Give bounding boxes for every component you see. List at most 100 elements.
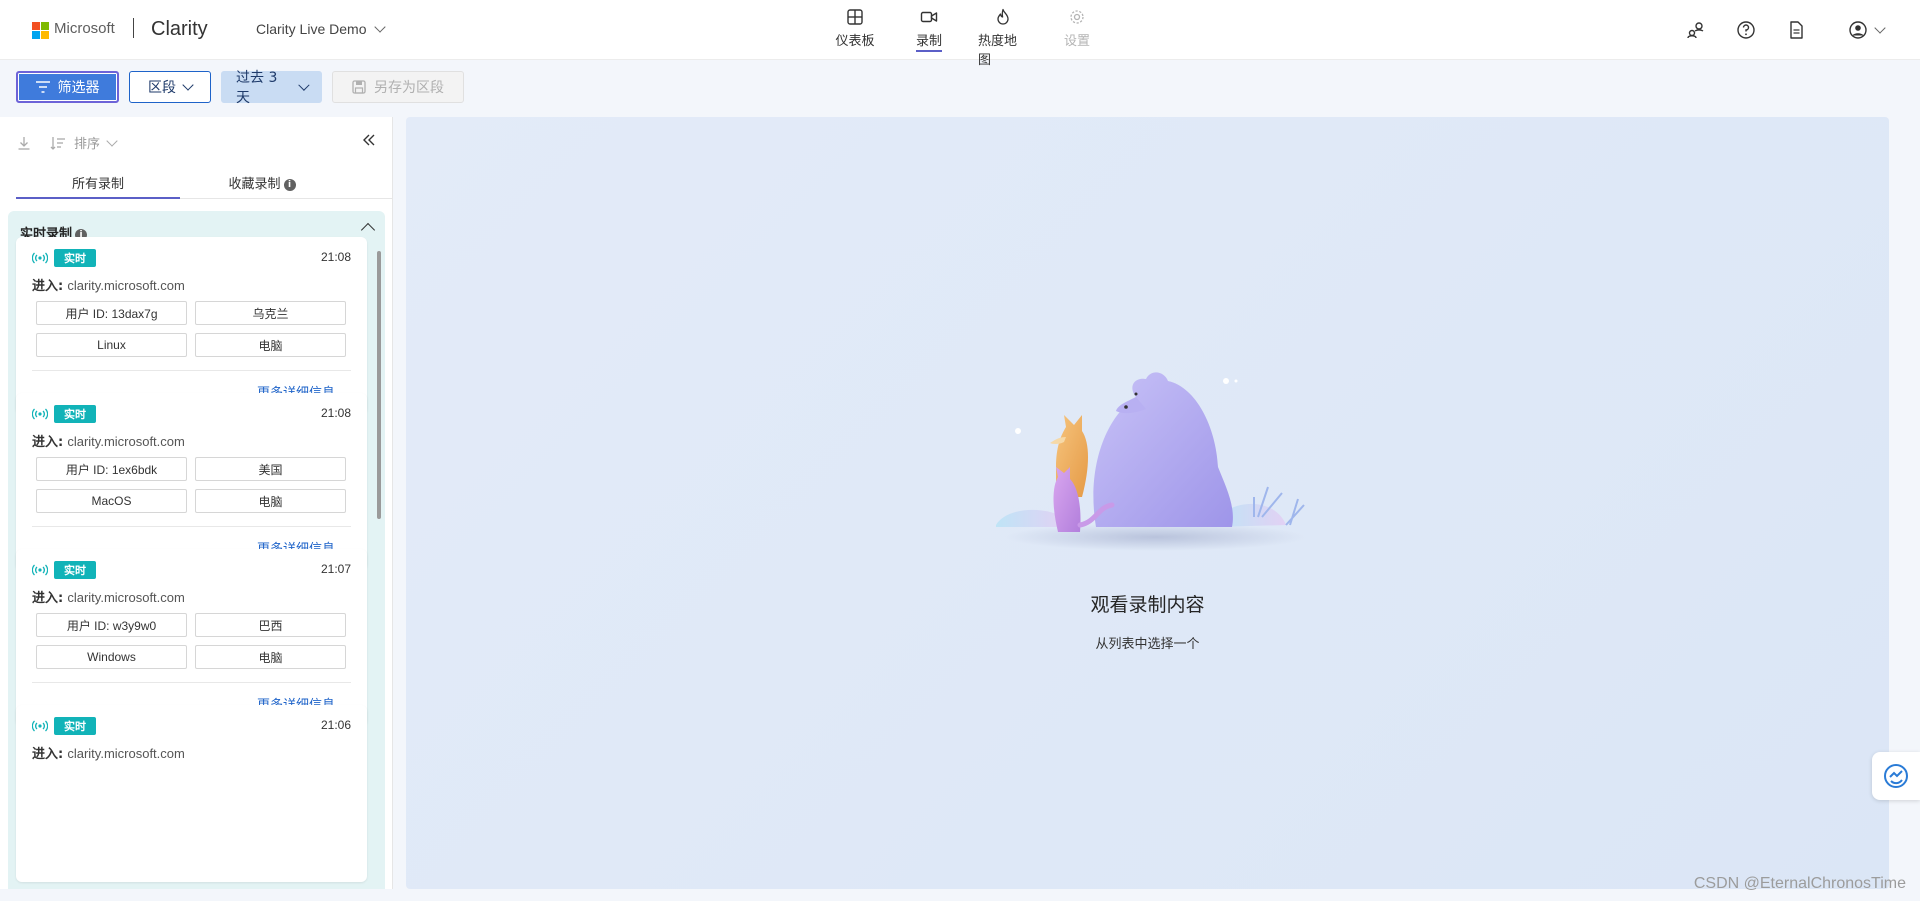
filters-button[interactable]: 筛选器	[16, 71, 119, 103]
project-selector[interactable]: Clarity Live Demo	[256, 21, 387, 37]
card-chips: 用户 ID: 1ex6bdk 美国 MacOS 电脑	[36, 457, 347, 513]
card-chips: 用户 ID: 13dax7g 乌克兰 Linux 电脑	[36, 301, 347, 357]
sidebar-scrollbar[interactable]	[377, 251, 381, 519]
entry-url: clarity.microsoft.com	[67, 746, 185, 761]
live-recordings-panel: 实时录制 i 实时 21:08 进入: clarity.microsoft.com 用户…	[8, 211, 385, 889]
tab-favorite-recordings[interactable]: 收藏录制 i	[180, 167, 344, 198]
filters-button-label: 筛选器	[57, 80, 100, 96]
download-icon[interactable]	[16, 135, 32, 151]
watermark-text: CSDN @EternalChronosTime	[1693, 875, 1906, 892]
card-chips: 用户 ID: w3y9w0 巴西 Windows 电脑	[36, 613, 347, 669]
date-range-dropdown[interactable]: 过去 3 天	[221, 70, 322, 106]
sidebar-tools: 排序	[16, 133, 118, 152]
save-icon	[352, 80, 366, 94]
filter-toolbar: 筛选器 区段 过去 3 天 另存为区段	[16, 70, 464, 106]
brand-divider	[133, 18, 134, 38]
recording-player-area: 观看录制内容 从列表中选择一个	[406, 117, 1889, 889]
header-actions	[1686, 20, 1886, 40]
card-time: 21:06	[320, 718, 351, 732]
entry-url: clarity.microsoft.com	[67, 590, 185, 605]
entry-label: 进入:	[32, 435, 64, 450]
account-icon	[1849, 21, 1867, 39]
help-icon[interactable]	[1736, 20, 1756, 40]
live-broadcast-icon	[32, 252, 48, 264]
live-broadcast-icon	[32, 408, 48, 420]
video-icon	[920, 11, 938, 23]
tab-all-recordings-label: 所有录制	[71, 177, 124, 192]
card-chip: 用户 ID: w3y9w0	[36, 613, 187, 637]
card-chip: 美国	[195, 457, 346, 481]
brand-microsoft[interactable]: Microsoft	[54, 20, 115, 37]
card-entry: 进入: clarity.microsoft.com	[32, 587, 185, 606]
copilot-float-button[interactable]	[1872, 752, 1920, 800]
share-people-icon[interactable]	[1686, 20, 1706, 40]
bear-fox-cat-illustration	[996, 372, 1306, 551]
card-divider	[32, 526, 351, 527]
sort-icon	[50, 136, 65, 150]
nav-dashboard-label: 仪表板	[835, 34, 875, 49]
card-entry: 进入: clarity.microsoft.com	[32, 275, 185, 294]
nav-recordings-label: 录制	[915, 30, 942, 52]
card-chip: 电脑	[195, 645, 346, 669]
live-badge: 实时	[54, 405, 96, 423]
recording-card[interactable]: 实时 21:08 进入: clarity.microsoft.com 用户 ID: 1…	[16, 393, 367, 570]
card-chip: 乌克兰	[195, 301, 346, 325]
card-chip: Linux	[36, 333, 187, 357]
document-icon[interactable]	[1786, 20, 1806, 40]
top-header: Microsoft Clarity Clarity Live Demo 仪表板 …	[0, 0, 1920, 68]
card-time: 21:08	[320, 250, 351, 264]
live-broadcast-icon	[32, 564, 48, 576]
card-divider	[32, 370, 351, 371]
nav-settings[interactable]: 设置	[1052, 8, 1102, 68]
segments-label: 区段	[148, 80, 176, 96]
live-badge: 实时	[54, 561, 96, 579]
recordings-tabs: 所有录制 收藏录制 i	[16, 167, 392, 199]
nav-dashboard[interactable]: 仪表板	[830, 8, 880, 68]
recording-card[interactable]: 实时 21:07 进入: clarity.microsoft.com 用户 ID: w…	[16, 549, 367, 726]
flame-icon	[997, 8, 1009, 25]
info-icon[interactable]: i	[283, 178, 296, 191]
chevron-down-icon	[106, 134, 118, 147]
tab-all-recordings[interactable]: 所有录制	[16, 167, 180, 199]
card-entry: 进入: clarity.microsoft.com	[32, 431, 185, 450]
recording-card[interactable]: 实时 21:06 进入: clarity.microsoft.com	[16, 705, 367, 882]
live-badge: 实时	[54, 717, 96, 735]
date-range-label: 过去 3 天	[236, 70, 278, 106]
project-name: Clarity Live Demo	[256, 21, 367, 37]
nav-recordings[interactable]: 录制	[904, 8, 954, 68]
main-nav: 仪表板 录制 热度地图 设置	[830, 8, 1102, 68]
brand-app-name[interactable]: Clarity	[151, 18, 208, 41]
collapse-panel-icon[interactable]	[360, 131, 378, 149]
account-menu[interactable]	[1848, 20, 1886, 40]
recording-card[interactable]: 实时 21:08 进入: clarity.microsoft.com 用户 ID: 1…	[16, 237, 367, 414]
card-chip: 用户 ID: 13dax7g	[36, 301, 187, 325]
entry-label: 进入:	[32, 747, 64, 762]
card-status: 实时	[32, 717, 96, 735]
card-chip: 用户 ID: 1ex6bdk	[36, 457, 187, 481]
sort-label: 排序	[74, 137, 101, 152]
chevron-down-icon	[1874, 22, 1886, 34]
filter-icon	[35, 81, 50, 93]
empty-state-title: 观看录制内容	[1090, 594, 1205, 616]
nav-settings-label: 设置	[1063, 34, 1090, 49]
live-badge: 实时	[54, 249, 96, 267]
entry-url: clarity.microsoft.com	[67, 434, 185, 449]
chevron-up-icon[interactable]	[360, 222, 376, 238]
sort-dropdown[interactable]: 排序	[50, 133, 118, 152]
card-time: 21:07	[320, 562, 351, 576]
card-chip: 电脑	[195, 489, 346, 513]
recordings-sidebar: 排序 所有录制 收藏录制 i 实时录制 i 实时 21:08 进入: clarity.m…	[0, 117, 393, 889]
card-status: 实时	[32, 405, 96, 423]
empty-state-subtitle: 从列表中选择一个	[1095, 637, 1200, 652]
card-time: 21:08	[320, 406, 351, 420]
save-segment-button[interactable]: 另存为区段	[332, 71, 464, 103]
entry-url: clarity.microsoft.com	[67, 278, 185, 293]
entry-label: 进入:	[32, 279, 64, 294]
chevron-down-icon	[297, 79, 309, 91]
nav-heatmaps[interactable]: 热度地图	[978, 8, 1028, 68]
chevron-down-icon	[182, 79, 194, 91]
chevron-down-icon	[374, 21, 387, 33]
tab-favorite-recordings-label: 收藏录制	[228, 177, 281, 192]
microsoft-logo-icon	[32, 22, 49, 39]
segments-dropdown[interactable]: 区段	[129, 71, 211, 103]
